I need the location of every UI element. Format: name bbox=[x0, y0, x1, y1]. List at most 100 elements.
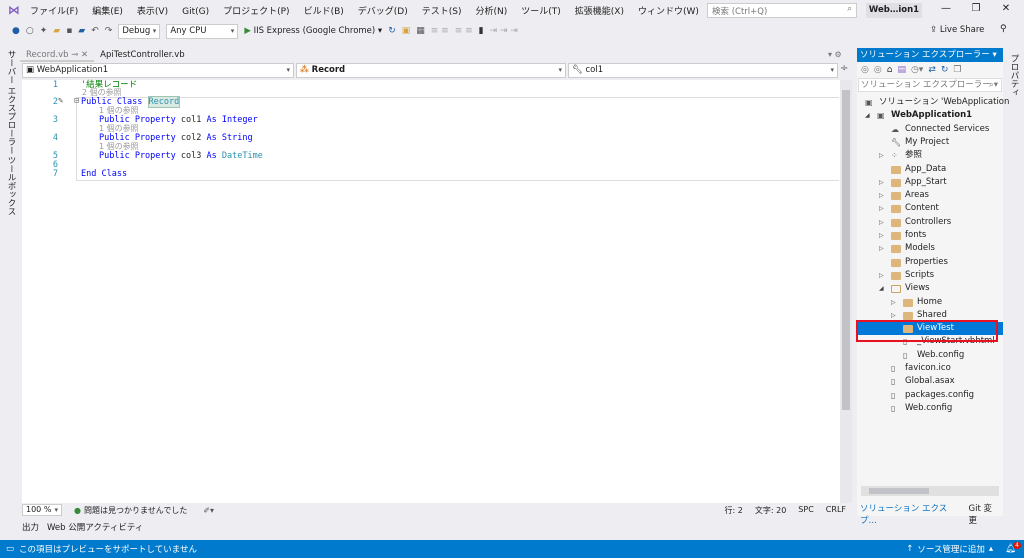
add-to-source-control[interactable]: ソース管理に追加 bbox=[917, 543, 985, 555]
chevron-down-icon[interactable]: ▾ bbox=[992, 50, 996, 60]
collapsed-arrow-icon[interactable]: ▷ bbox=[879, 149, 884, 162]
collapse-icon[interactable]: ⊟ bbox=[74, 97, 79, 106]
tab-solution-explorer[interactable]: ソリューション エクスプ… bbox=[857, 500, 966, 526]
platform-select[interactable]: Any CPU ▾ bbox=[166, 23, 239, 39]
line-ending-indicator[interactable]: CRLF bbox=[826, 505, 846, 516]
sync-icon[interactable]: ⇄ bbox=[928, 65, 936, 75]
collapsed-arrow-icon[interactable]: ▷ bbox=[891, 296, 896, 309]
properties-tab[interactable]: プロパティ bbox=[1008, 54, 1020, 97]
whitespace-indicator[interactable]: SPC bbox=[798, 505, 814, 516]
search-input[interactable]: 検索 (Ctrl+Q) ⌕ bbox=[707, 3, 857, 18]
pending-changes-icon[interactable]: ◷▾ bbox=[911, 65, 923, 75]
menu-item[interactable]: 拡張機能(X) bbox=[575, 7, 624, 17]
bookmark-nav-icon[interactable]: ⇥ ⇥ ⇥ bbox=[490, 26, 518, 36]
toolbox-tab[interactable]: ツールボックス bbox=[5, 156, 17, 216]
browser-icon[interactable]: ▦ bbox=[416, 26, 425, 36]
brush-icon[interactable]: ✐▾ bbox=[203, 506, 214, 515]
menu-item[interactable]: ツール(T) bbox=[521, 7, 561, 17]
comment-icon[interactable]: ≡ ≡ bbox=[455, 26, 473, 36]
back-icon[interactable]: ◎ bbox=[861, 65, 869, 75]
pin-icon[interactable]: ⊸ bbox=[71, 50, 78, 60]
tree-item[interactable]: ◢ ▣ WebApplication1 bbox=[857, 109, 1003, 122]
tree-item[interactable]: ▷ Models bbox=[857, 242, 1003, 255]
run-button[interactable]: ▶ IIS Express (Google Chrome) ▾ bbox=[244, 26, 382, 36]
switch-views-icon[interactable]: ▤ bbox=[897, 65, 906, 75]
issues-status[interactable]: 問題は見つかりませんでした bbox=[84, 505, 187, 516]
tree-item[interactable]: ▷ Areas bbox=[857, 189, 1003, 202]
tree-item[interactable]: App_Data bbox=[857, 163, 1003, 176]
feedback-icon[interactable]: ⚲ bbox=[1000, 24, 1007, 34]
tree-item[interactable]: ▷ Controllers bbox=[857, 216, 1003, 229]
collapsed-arrow-icon[interactable]: ▷ bbox=[879, 242, 884, 255]
notification-bell-icon[interactable]: 🔔︎ 4 bbox=[1005, 542, 1021, 554]
restore-button[interactable]: ❐ bbox=[966, 3, 986, 14]
tree-item[interactable]: ▷ Content bbox=[857, 202, 1003, 215]
horizontal-scrollbar[interactable] bbox=[861, 486, 999, 496]
scrollbar-thumb[interactable] bbox=[842, 90, 850, 410]
indent-icon[interactable]: ≡ ≡ bbox=[431, 26, 449, 36]
redo-icon[interactable]: ↷ bbox=[105, 26, 113, 36]
live-share-button[interactable]: ⇪ Live Share bbox=[930, 25, 984, 35]
new-project-icon[interactable]: ✦ bbox=[40, 26, 48, 36]
collapsed-arrow-icon[interactable]: ▷ bbox=[879, 189, 884, 202]
bookmark-icon[interactable]: ▮ bbox=[479, 26, 484, 36]
collapsed-arrow-icon[interactable]: ▷ bbox=[879, 229, 884, 242]
tree-item[interactable]: ▯ Web.config bbox=[857, 402, 1003, 415]
forward-icon[interactable]: ○ bbox=[26, 26, 34, 36]
tab-apitestcontroller-vb[interactable]: ApiTestController.vb bbox=[94, 48, 190, 62]
collapsed-arrow-icon[interactable]: ▷ bbox=[879, 202, 884, 215]
menu-item[interactable]: テスト(S) bbox=[422, 7, 462, 17]
editor-scrollbar[interactable] bbox=[840, 80, 852, 503]
forward-icon[interactable]: ◎ bbox=[874, 65, 882, 75]
menu-item[interactable]: デバッグ(D) bbox=[358, 7, 408, 17]
refresh-icon[interactable]: ↻ bbox=[941, 65, 949, 75]
tree-item[interactable]: ▯ Web.config bbox=[857, 349, 1003, 362]
menu-item[interactable]: 編集(E) bbox=[92, 7, 123, 17]
minimize-button[interactable]: — bbox=[936, 3, 956, 14]
server-explorer-tab[interactable]: サーバー エクスプローラー bbox=[5, 50, 17, 155]
project-select[interactable]: ▣ WebApplication1 ▾ bbox=[22, 63, 294, 78]
find-icon[interactable]: ▣ bbox=[402, 26, 411, 36]
tree-item[interactable]: ▷ Home bbox=[857, 296, 1003, 309]
tree-item[interactable]: ▯ packages.config bbox=[857, 389, 1003, 402]
close-button[interactable]: ✕ bbox=[996, 3, 1016, 14]
collapse-all-icon[interactable]: ❐ bbox=[953, 65, 961, 75]
expanded-arrow-icon[interactable]: ◢ bbox=[865, 109, 870, 122]
configuration-select[interactable]: Debug ▾ bbox=[118, 23, 161, 39]
home-icon[interactable]: ⌂ bbox=[887, 65, 893, 75]
tree-item[interactable]: ▯ Global.asax bbox=[857, 375, 1003, 388]
tree-item[interactable]: Properties bbox=[857, 256, 1003, 269]
code-editor[interactable]: 1 '結果レコード 2 個の参照 2 ✎ ⊟ Public Class Reco… bbox=[22, 80, 840, 503]
tree-item[interactable]: ▷ fonts bbox=[857, 229, 1003, 242]
tab-web-publish-activity[interactable]: Web 公開アクティビティ bbox=[47, 521, 143, 533]
tree-item[interactable]: ▯ favicon.ico bbox=[857, 362, 1003, 375]
solution-search-input[interactable]: ソリューション エクスプローラー ⌕▾ bbox=[858, 78, 1002, 92]
tab-overflow-icon[interactable]: ▾ ⚙ bbox=[828, 50, 842, 59]
open-icon[interactable]: ▰ bbox=[53, 26, 60, 36]
tree-item[interactable]: ▷ App_Start bbox=[857, 176, 1003, 189]
collapsed-arrow-icon[interactable]: ▷ bbox=[879, 176, 884, 189]
refresh-icon[interactable]: ↻ bbox=[388, 26, 396, 36]
tab-record-vb[interactable]: Record.vb ⊸ ✕ bbox=[20, 48, 95, 62]
close-tab-icon[interactable]: ✕ bbox=[81, 50, 88, 60]
scrollbar-thumb[interactable] bbox=[869, 488, 929, 494]
tree-item[interactable]: ▷ ⁘ 参照 bbox=[857, 149, 1003, 162]
zoom-select[interactable]: 100 % ▾ bbox=[22, 504, 62, 516]
menu-item[interactable]: Git(G) bbox=[182, 7, 209, 17]
back-icon[interactable]: ● bbox=[12, 26, 20, 36]
menu-item[interactable]: ファイル(F) bbox=[30, 7, 78, 17]
tab-git-changes[interactable]: Git 変更 bbox=[966, 500, 1003, 526]
collapsed-arrow-icon[interactable]: ▷ bbox=[879, 269, 884, 282]
menu-item[interactable]: 表示(V) bbox=[137, 7, 168, 17]
expanded-arrow-icon[interactable]: ◢ bbox=[879, 282, 884, 295]
menu-item[interactable]: ビルド(B) bbox=[304, 7, 344, 17]
class-select[interactable]: ⁂ Record ▾ bbox=[296, 63, 566, 78]
split-icon[interactable]: ÷ bbox=[840, 63, 848, 79]
save-icon[interactable]: ▪ bbox=[66, 26, 72, 36]
menu-item[interactable]: ウィンドウ(W) bbox=[638, 7, 699, 17]
member-select[interactable]: 🔧︎ col1 ▾ bbox=[568, 63, 838, 78]
menu-item[interactable]: 分析(N) bbox=[475, 7, 507, 17]
tree-item[interactable]: ▷ Scripts bbox=[857, 269, 1003, 282]
tab-output[interactable]: 出力 bbox=[22, 521, 39, 533]
undo-icon[interactable]: ↶ bbox=[91, 26, 99, 36]
